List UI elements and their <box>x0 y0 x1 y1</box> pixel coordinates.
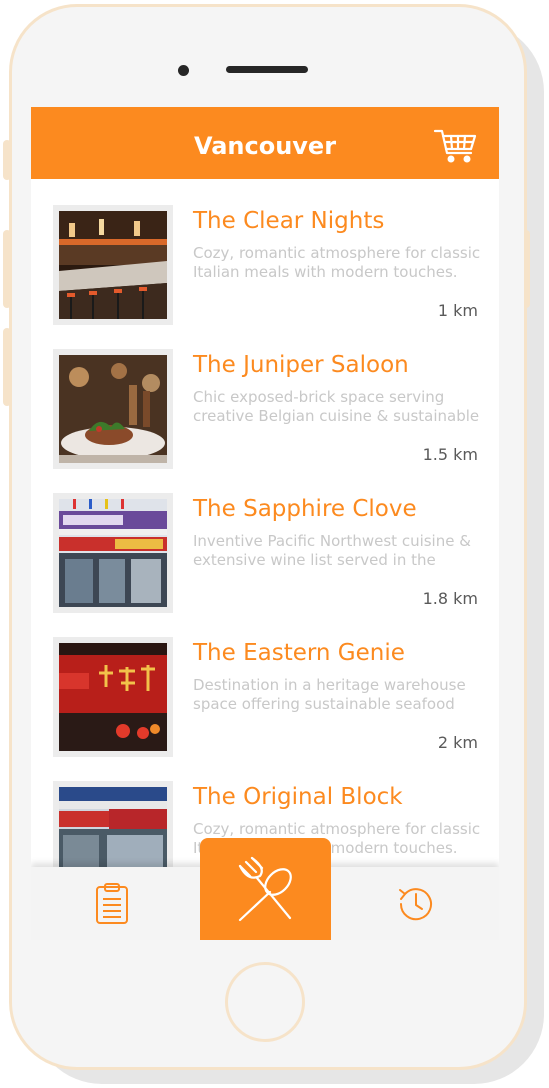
restaurant-item[interactable]: The Eastern Genie Destination in a herit… <box>31 611 499 757</box>
restaurant-thumbnail <box>53 493 173 613</box>
restaurant-name: The Clear Nights <box>193 208 385 234</box>
restaurant-list: The Clear Nights Cozy, romantic atmosphe… <box>31 179 499 869</box>
restaurant-name: The Eastern Genie <box>193 640 405 666</box>
restaurant-thumbnail <box>53 349 173 469</box>
clipboard-icon <box>96 883 128 924</box>
app-screen: Vancouver The Clear Nights Cozy, romanti… <box>31 107 499 940</box>
restaurant-description: Cozy, romantic atmosphere for classic It… <box>193 244 481 281</box>
top-bar: Vancouver <box>31 107 499 179</box>
restaurant-distance: 1 km <box>437 301 478 320</box>
shopping-cart-icon[interactable] <box>433 127 477 165</box>
front-camera <box>178 65 189 76</box>
plated-dish-photo <box>59 355 167 463</box>
restaurant-item[interactable]: The Sapphire Clove Inventive Pacific Nor… <box>31 467 499 613</box>
restaurant-thumbnail <box>53 205 173 325</box>
city-title: Vancouver <box>193 132 337 160</box>
fork-spoon-icon <box>238 856 292 922</box>
restaurant-bar-interior-photo <box>59 211 167 319</box>
restaurant-item[interactable]: The Clear Nights Cozy, romantic atmosphe… <box>31 179 499 325</box>
restaurant-thumbnail <box>53 781 173 869</box>
restaurant-description: Inventive Pacific Northwest cuisine & ex… <box>193 532 471 569</box>
tab-restaurants[interactable] <box>200 838 331 940</box>
restaurant-thumbnail <box>53 637 173 757</box>
storefront-lotus-restaurant-photo <box>59 499 167 607</box>
peaceful-restaurant-storefront-photo <box>59 787 167 869</box>
restaurant-distance: 1.5 km <box>422 445 478 464</box>
restaurant-name: The Original Block <box>193 784 403 810</box>
clock-history-icon <box>399 888 432 921</box>
restaurant-distance: 1.8 km <box>422 589 478 608</box>
restaurant-name: The Sapphire Clove <box>193 496 417 522</box>
earpiece-speaker <box>226 66 308 73</box>
restaurant-description: Chic exposed-brick space serving creativ… <box>193 388 480 425</box>
home-button[interactable] <box>225 962 305 1042</box>
restaurant-name: The Juniper Saloon <box>193 352 409 378</box>
restaurant-item[interactable]: The Juniper Saloon Chic exposed-brick sp… <box>31 323 499 469</box>
red-chinese-signage-photo <box>59 643 167 751</box>
tab-orders[interactable] <box>87 882 139 926</box>
restaurant-description: Destination in a heritage warehouse spac… <box>193 676 466 713</box>
restaurant-distance: 2 km <box>437 733 478 752</box>
tab-history[interactable] <box>391 882 441 926</box>
